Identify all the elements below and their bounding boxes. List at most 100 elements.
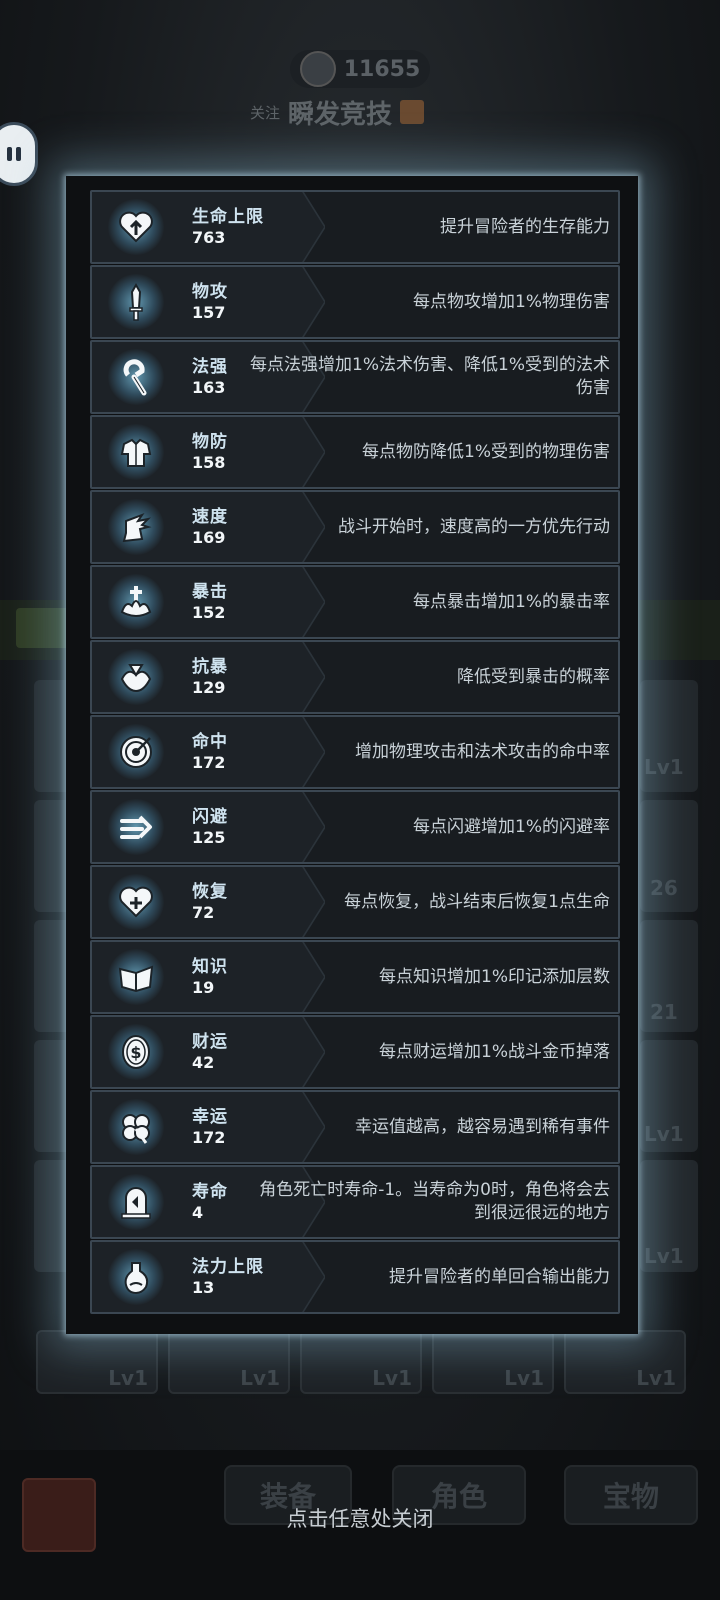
slot-level: Lv1 xyxy=(644,1244,684,1268)
slot-level: 21 xyxy=(650,1000,678,1024)
dodge-icon xyxy=(108,799,164,855)
close-hint[interactable]: 点击任意处关闭 xyxy=(0,1503,720,1533)
slot-level: 26 xyxy=(650,876,678,900)
target-icon xyxy=(108,724,164,780)
crit-resist-icon xyxy=(108,649,164,705)
stat-value: 158 xyxy=(192,453,226,472)
stat-row: 抗暴 129 降低受到暴击的概率 xyxy=(90,640,620,714)
top-bar: 11655 关注 瞬发竞技 xyxy=(0,0,720,190)
mode-title-row: 关注 瞬发竞技 xyxy=(250,92,425,132)
pause-icon-bar xyxy=(16,147,21,161)
stat-row: 生命上限 763 提升冒险者的生存能力 xyxy=(90,190,620,264)
staff-icon xyxy=(108,349,164,405)
stat-name: 物防 xyxy=(192,432,228,452)
stat-description: 角色死亡时寿命-1。当寿命为0时，角色将会去到很远很远的地方 xyxy=(259,1180,610,1223)
stat-value: 763 xyxy=(192,228,226,247)
slot-level: Lv1 xyxy=(372,1366,412,1390)
stat-row: 速度 169 战斗开始时，速度高的一方优先行动 xyxy=(90,490,620,564)
stat-value: 129 xyxy=(192,678,226,697)
equipment-slot: Lv1 xyxy=(168,1330,290,1394)
stat-name: 闪避 xyxy=(192,807,228,827)
stat-value: 19 xyxy=(192,978,215,997)
stat-row: $ 财运 42 每点财运增加1%战斗金币掉落 xyxy=(90,1015,620,1089)
stat-name: 知识 xyxy=(192,957,228,977)
stat-description: 每点财运增加1%战斗金币掉落 xyxy=(379,1041,610,1062)
stat-value: 169 xyxy=(192,528,226,547)
slot-level: Lv1 xyxy=(108,1366,148,1390)
stat-value: 163 xyxy=(192,378,226,397)
armor-icon xyxy=(108,424,164,480)
slot-level: Lv1 xyxy=(636,1366,676,1390)
slot-level: Lv1 xyxy=(644,1122,684,1146)
stat-row: 命中 172 增加物理攻击和法术攻击的命中率 xyxy=(90,715,620,789)
heart-up-icon xyxy=(108,199,164,255)
stat-value: 125 xyxy=(192,828,226,847)
stat-name: 命中 xyxy=(192,732,228,752)
stat-description: 降低受到暴击的概率 xyxy=(457,666,610,687)
slot-level: Lv1 xyxy=(644,755,684,779)
stat-row: 幸运 172 幸运值越高，越容易遇到稀有事件 xyxy=(90,1090,620,1164)
stat-row: 法力上限 13 提升冒险者的单回合输出能力 xyxy=(90,1240,620,1314)
stat-name: 暴击 xyxy=(192,582,228,602)
stat-description: 每点物防降低1%受到的物理伤害 xyxy=(362,441,610,462)
stat-description: 幸运值越高，越容易遇到稀有事件 xyxy=(355,1116,610,1137)
follow-label[interactable]: 关注 xyxy=(250,102,280,123)
coin-value: 11655 xyxy=(343,56,421,82)
equipment-slot: Lv1 xyxy=(564,1330,686,1394)
stat-value: 172 xyxy=(192,753,226,772)
svg-text:$: $ xyxy=(130,1043,141,1062)
stat-description: 提升冒险者的单回合输出能力 xyxy=(389,1266,610,1287)
pause-button[interactable] xyxy=(0,122,38,186)
stat-description: 每点暴击增加1%的暴击率 xyxy=(413,591,610,612)
stat-row: 物攻 157 每点物攻增加1%物理伤害 xyxy=(90,265,620,339)
stat-description: 每点物攻增加1%物理伤害 xyxy=(413,291,610,312)
tombstone-icon xyxy=(108,1174,164,1230)
mode-name: 瞬发竞技 xyxy=(288,99,393,130)
stat-name: 物攻 xyxy=(192,282,228,302)
slot-level: Lv1 xyxy=(240,1366,280,1390)
stat-row: 闪避 125 每点闪避增加1%的闪避率 xyxy=(90,790,620,864)
stat-name: 速度 xyxy=(192,507,228,527)
stat-name: 恢复 xyxy=(192,882,228,902)
slot-level: Lv1 xyxy=(504,1366,544,1390)
stat-description: 提升冒险者的生存能力 xyxy=(440,216,610,237)
stat-value: 157 xyxy=(192,303,226,322)
stat-name: 法强 xyxy=(192,357,228,377)
stat-description: 战斗开始时，速度高的一方优先行动 xyxy=(338,516,610,537)
edit-icon[interactable] xyxy=(400,100,425,124)
equipment-slot: Lv1 xyxy=(36,1330,158,1394)
stat-row: 寿命 4 角色死亡时寿命-1。当寿命为0时，角色将会去到很远很远的地方 xyxy=(90,1165,620,1239)
stat-value: 72 xyxy=(192,903,215,922)
stat-description: 每点闪避增加1%的闪避率 xyxy=(413,816,610,837)
pause-icon-bar xyxy=(7,147,12,161)
heart-plus-icon xyxy=(108,874,164,930)
coin-counter: 11655 xyxy=(290,50,430,88)
stat-name: 财运 xyxy=(192,1032,228,1052)
stat-name: 幸运 xyxy=(192,1107,228,1127)
stat-value: 152 xyxy=(192,603,226,622)
attribute-detail-modal[interactable]: 生命上限 763 提升冒险者的生存能力 物攻 157 每点物攻增加1%物理伤害 法强 163 每… xyxy=(66,176,638,1334)
equipment-row: Lv1 Lv1 Lv1 Lv1 Lv1 xyxy=(36,1330,696,1394)
winged-boot-icon xyxy=(108,499,164,555)
equipment-slot: Lv1 xyxy=(432,1330,554,1394)
stat-row: 暴击 152 每点暴击增加1%的暴击率 xyxy=(90,565,620,639)
gold-coin-icon: $ xyxy=(108,1024,164,1080)
clover-icon xyxy=(108,1099,164,1155)
equipment-slot: Lv1 xyxy=(300,1330,422,1394)
stat-description: 每点法强增加1%法术伤害、降低1%受到的法术伤害 xyxy=(250,355,610,398)
stat-description: 每点恢复，战斗结束后恢复1点生命 xyxy=(344,891,610,912)
stat-description: 每点知识增加1%印记添加层数 xyxy=(379,966,610,987)
sword-icon xyxy=(108,274,164,330)
stat-name: 抗暴 xyxy=(192,657,228,677)
stat-value: 42 xyxy=(192,1053,215,1072)
mana-flask-icon xyxy=(108,1249,164,1305)
stat-name: 寿命 xyxy=(192,1182,228,1202)
stat-value: 4 xyxy=(192,1203,204,1222)
stat-row: 恢复 72 每点恢复，战斗结束后恢复1点生命 xyxy=(90,865,620,939)
coin-icon xyxy=(299,51,336,87)
stat-value: 172 xyxy=(192,1128,226,1147)
stat-row: 物防 158 每点物防降低1%受到的物理伤害 xyxy=(90,415,620,489)
stat-row: 法强 163 每点法强增加1%法术伤害、降低1%受到的法术伤害 xyxy=(90,340,620,414)
stat-value: 13 xyxy=(192,1278,215,1297)
stat-row: 知识 19 每点知识增加1%印记添加层数 xyxy=(90,940,620,1014)
